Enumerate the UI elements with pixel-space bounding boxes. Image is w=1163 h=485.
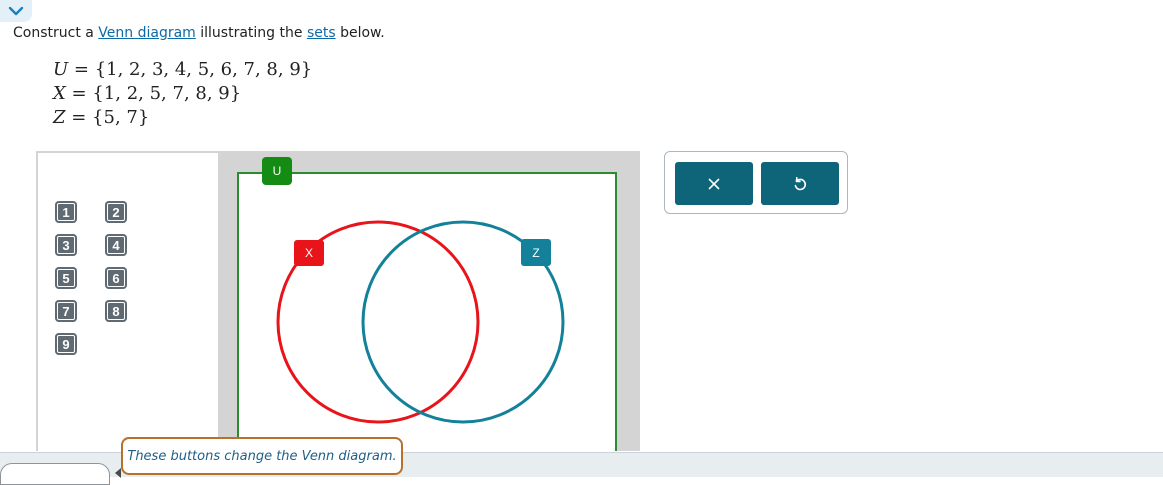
venn-diagram-link[interactable]: Venn diagram (98, 25, 196, 41)
universe-label[interactable]: U (262, 157, 292, 185)
instruction-suffix: below. (335, 25, 385, 41)
set-u-definition: U = {1, 2, 3, 4, 5, 6, 7, 8, 9} (53, 59, 313, 80)
venn-circles (276, 220, 565, 424)
undo-icon (794, 176, 807, 190)
chevron-down-icon (8, 6, 24, 16)
instruction-middle: illustrating the (195, 25, 307, 41)
reset-button[interactable] (761, 162, 839, 205)
close-icon (708, 177, 720, 190)
sets-link[interactable]: sets (307, 25, 336, 41)
set-u-members: {1, 2, 3, 4, 5, 6, 7, 8, 9} (94, 59, 313, 80)
set-z-definition: Z = {5, 7} (53, 107, 150, 128)
set-z-label[interactable]: Z (521, 239, 551, 266)
set-u-name: U (53, 59, 69, 80)
tooltip-pointer (115, 468, 121, 478)
set-definitions: U = {1, 2, 3, 4, 5, 6, 7, 8, 9} X = {1, … (53, 58, 312, 130)
instruction-text: Construct a Venn diagram illustrating th… (13, 25, 385, 41)
venn-workspace: 1 3 5 7 9 2 4 6 8 U X Z (36, 151, 640, 451)
instruction-prefix: Construct a (13, 25, 99, 41)
bottom-tab[interactable] (0, 463, 110, 485)
set-x-label[interactable]: X (294, 240, 324, 266)
set-x-name: X (53, 83, 66, 104)
set-x-members: {1, 2, 5, 7, 8, 9} (92, 83, 242, 104)
collapse-toggle[interactable] (0, 0, 32, 22)
diagram-toolbar (664, 151, 848, 214)
clear-button[interactable] (675, 162, 753, 205)
set-z-name: Z (53, 107, 66, 128)
set-x-definition: X = {1, 2, 5, 7, 8, 9} (53, 83, 242, 104)
tooltip: These buttons change the Venn diagram. (121, 437, 403, 475)
set-z-members: {5, 7} (92, 107, 150, 128)
